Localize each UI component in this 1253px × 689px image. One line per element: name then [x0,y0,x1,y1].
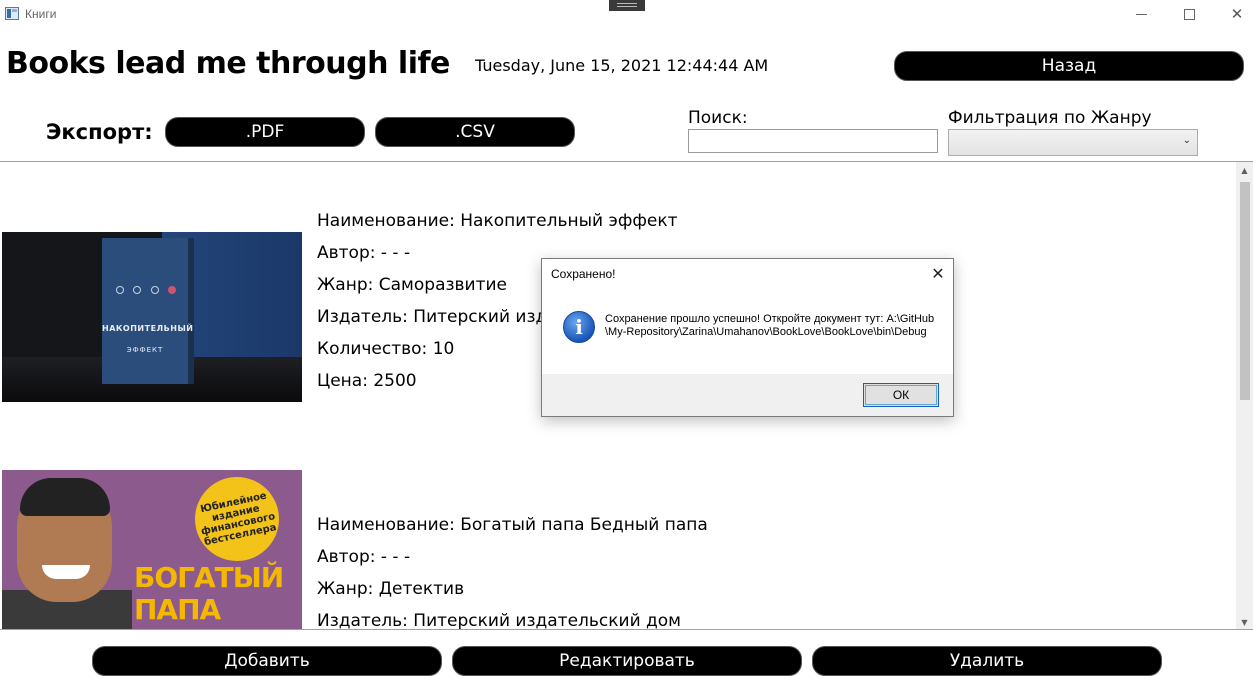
dialog-message: Сохранение прошло успешно! Откройте доку… [605,313,935,338]
export-label: Экспорт: [46,120,153,144]
scrollbar-thumb[interactable] [1240,182,1250,400]
maximize-icon [1183,8,1195,20]
add-button[interactable]: Добавить [92,646,442,676]
page-title: Books lead me through life [6,46,450,81]
genre-filter-select[interactable]: ⌄ [948,129,1198,156]
back-button[interactable]: Назад [894,51,1244,81]
search-input[interactable] [688,129,938,153]
chevron-down-icon: ⌄ [1182,135,1191,146]
delete-button[interactable]: Удалить [812,646,1162,676]
cover-subtitle: ЭФФЕКТ [126,346,164,354]
genre-filter-label: Фильтрация по Жанру [948,108,1152,128]
dialog-title: Сохранено! [551,267,616,281]
scroll-down-icon[interactable]: ▼ [1236,614,1253,629]
window-close-button[interactable]: ✕ [1214,0,1253,28]
drag-handle[interactable] [609,0,645,11]
vertical-scrollbar[interactable]: ▲ ▼ [1236,162,1253,629]
ok-button[interactable]: ОК [863,383,939,407]
book-cover-image: Юбилейное издание финансового бестселлер… [2,470,302,629]
export-pdf-button[interactable]: .PDF [165,117,365,147]
export-csv-button[interactable]: .CSV [375,117,575,147]
cover-title: БОГАТЫЙ ПАПА [134,561,284,626]
datetime-label: Tuesday, June 15, 2021 12:44:44 AM [475,56,769,75]
window-titlebar: Книги ✕ [0,0,1253,30]
close-icon: ✕ [1230,5,1244,23]
book-author: Автор: - - - [317,547,411,567]
search-label: Поиск: [688,108,748,128]
close-icon: ✕ [931,266,945,283]
edit-button[interactable]: Редактировать [452,646,802,676]
book-name: Наименование: Накопительный эффект [317,211,678,231]
book-publisher: Издатель: Питерский издательский дом [317,611,682,630]
book-name: Наименование: Богатый папа Бедный папа [317,515,708,535]
book-cover-image: НАКОПИТЕЛЬНЫЙ ЭФФЕКТ [2,232,302,402]
maximize-button[interactable] [1166,0,1212,28]
minimize-button[interactable] [1118,0,1164,28]
cover-badge: Юбилейное издание финансового бестселлер… [190,472,284,566]
info-icon: i [563,311,595,343]
cover-title: НАКОПИТЕЛЬНЫЙ [102,324,194,333]
dialog-footer: ОК [542,374,953,416]
app-icon [5,7,19,20]
dialog-close-button[interactable]: ✕ [926,262,950,286]
book-genre: Жанр: Детектив [317,579,465,599]
book-info: Наименование: Богатый папа Бедный папа А… [317,514,708,630]
scroll-up-icon[interactable]: ▲ [1236,162,1253,179]
minimize-icon [1135,13,1147,15]
window-title: Книги [25,7,57,21]
saved-dialog: Сохранено! ✕ i Сохранение прошло успешно… [541,258,954,417]
